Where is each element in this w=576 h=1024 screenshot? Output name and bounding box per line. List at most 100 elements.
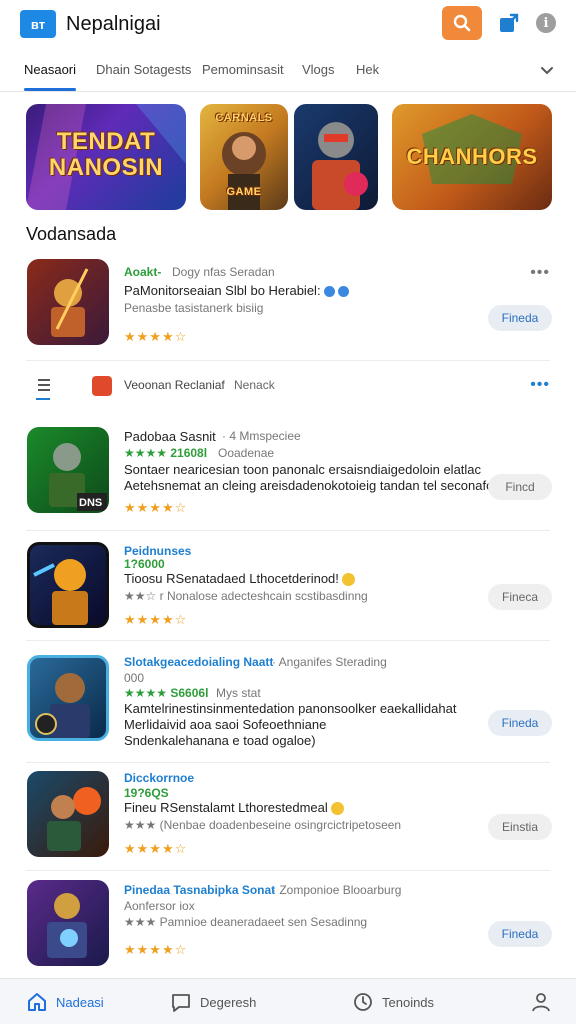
app-thumbnail[interactable] (27, 542, 109, 628)
featured-banner[interactable]: TENDAT NANOSIN (26, 104, 186, 210)
filter-secondary-label[interactable]: Nenack (234, 378, 275, 392)
header-actions: i (442, 6, 556, 40)
rating-stars: ★★★★☆ (124, 329, 188, 344)
featured-banners: TENDAT NANOSIN CARNALS GAME CHANHORS (26, 104, 554, 210)
item-action-button[interactable]: Fineda (488, 710, 552, 736)
nav-home[interactable]: Nadeasi (26, 991, 104, 1013)
item-category: Aoakt- (124, 265, 162, 279)
item-rating-count: 1?6000 (124, 557, 165, 571)
app-thumbnail[interactable] (27, 771, 109, 857)
item-category: Peidnunses (124, 544, 192, 558)
emoji-icon (341, 573, 355, 587)
banner-title: CHANHORS (406, 144, 538, 169)
item-action-button[interactable]: Fineda (488, 305, 552, 331)
thumbnail-badge: DNS (79, 497, 103, 509)
more-options-icon[interactable]: ••• (530, 376, 550, 394)
app-thumbnail[interactable]: DNS (27, 427, 109, 513)
item-description: Sndenkalehanana e toad ogaloe) (124, 733, 316, 748)
profile-icon (532, 993, 550, 1012)
item-description: Penasbe tasistanerk bisiig (124, 301, 264, 315)
filter-icon[interactable] (36, 376, 54, 394)
featured-banner[interactable] (294, 104, 378, 210)
item-title[interactable]: Tioosu RSenatadaed Lthocetderinod! (124, 571, 355, 587)
app-header: вт Nepalnigai i (0, 0, 576, 48)
featured-banner[interactable]: CHANHORS (392, 104, 552, 210)
rating-stars: ★★★★☆ (124, 841, 188, 856)
item-meta: · Anganifes Sterading (272, 655, 387, 669)
more-options-icon[interactable]: ••• (530, 264, 550, 282)
filter-row: Veoonan Reclaniaf Nenack ••• (0, 366, 576, 410)
category-icon[interactable] (92, 376, 112, 396)
item-description: Merlidaivid aoa saoi Sofeoethniane (124, 717, 327, 732)
item-title[interactable]: PaMonitorseaian Slbl bo Herabiel: (124, 283, 349, 298)
search-button[interactable] (442, 6, 482, 40)
item-category: Dicckorrnoe (124, 771, 195, 785)
clock-icon (354, 993, 372, 1011)
game-art (35, 673, 90, 738)
app-thumbnail[interactable] (27, 259, 109, 345)
filter-indicator (36, 398, 50, 400)
item-meta: · Zomponioe Blooarburg (272, 883, 402, 897)
divider (26, 530, 550, 531)
item-action-button[interactable]: Fineda (488, 921, 552, 947)
item-meta: Mys stat (216, 686, 261, 700)
item-meta: · 4 Mmspeciee (222, 429, 301, 443)
item-rating-count: ★★★★ S6606l (124, 686, 209, 700)
rating-stars: ★★★★☆ (124, 612, 188, 627)
game-art (33, 559, 88, 625)
item-title[interactable]: Padobaa Sasnit (124, 429, 216, 444)
divider (26, 360, 550, 361)
chevron-down-icon[interactable] (538, 62, 556, 80)
item-description: Aetehsnemat an cleing areisdadenokotoiei… (124, 478, 508, 493)
tab-pemominsasit[interactable]: Pemominsasit (202, 62, 284, 77)
nav-label: Degeresh (200, 994, 257, 1010)
verified-icon (323, 286, 335, 298)
item-description: ★★★ (Nenbae doadenbeseine osingrcictripe… (124, 818, 402, 832)
tab-hek[interactable]: Hek (356, 62, 379, 77)
item-meta: Aonfersor iox (124, 899, 195, 913)
nav-messages[interactable]: Degeresh (170, 991, 256, 1013)
nav-label: Nadeasi (56, 994, 104, 1010)
app-thumbnail[interactable] (27, 880, 109, 966)
item-action-button[interactable]: Fincd (488, 474, 552, 500)
item-title[interactable]: Fineu RSenstalamt Lthorestedmeal (124, 800, 344, 816)
share-button[interactable] (496, 10, 522, 36)
banner-subtitle: GAME (226, 186, 262, 198)
info-button[interactable]: i (536, 13, 556, 33)
tab-vlogs[interactable]: Vlogs (302, 62, 335, 77)
app-logo[interactable]: вт (20, 10, 56, 38)
divider (26, 640, 550, 641)
nav-profile[interactable] (530, 991, 552, 1013)
divider (26, 870, 550, 871)
active-tab-indicator (24, 88, 76, 91)
section-title: Vodansada (26, 224, 117, 244)
nav-trends[interactable]: Tenoinds (352, 991, 434, 1013)
item-description: Kamtelrinestinsinmentedation panonsoolke… (124, 701, 457, 716)
app-title: Nepalnigai (66, 12, 161, 35)
item-description: ★★★ Pamnioe deaneradaeet sen Sesadinng (124, 915, 368, 929)
banner-title: CARNALS (215, 112, 273, 124)
game-art (47, 893, 87, 958)
game-art (51, 268, 89, 337)
filter-label[interactable]: Veoonan Reclaniaf (124, 378, 225, 392)
bottom-navigation: Nadeasi Degeresh Tenoinds (0, 978, 576, 1024)
emoji-icon (330, 802, 344, 816)
item-rating-count: 19?6QS (124, 786, 169, 800)
banner-subtitle: NANOSIN (48, 154, 164, 181)
chat-icon (172, 994, 190, 1012)
item-rating-count: ★★★★ 21608l (124, 446, 208, 460)
item-title[interactable]: Slotakgeacedoialing Naatt (124, 655, 273, 669)
item-action-button[interactable]: Einstia (488, 814, 552, 840)
search-icon (453, 14, 471, 32)
home-icon (28, 993, 46, 1011)
item-title[interactable]: Pinedaa Tasnabipka Sonat (124, 883, 275, 897)
rating-stars: ★★★★☆ (124, 942, 188, 957)
top-tabs: Neasaori Dhain Sotagests Pemominsasit Vl… (0, 52, 576, 92)
item-action-button[interactable]: Fineca (488, 584, 552, 610)
tab-neasaori[interactable]: Neasaori (24, 62, 76, 77)
featured-banner[interactable]: CARNALS GAME (200, 104, 288, 210)
banner-art (312, 122, 368, 210)
item-description: Sontaer nearicesian toon panonalc ersais… (124, 462, 482, 477)
tab-dhain-sotagests[interactable]: Dhain Sotagests (96, 62, 191, 77)
app-thumbnail[interactable] (27, 655, 109, 741)
